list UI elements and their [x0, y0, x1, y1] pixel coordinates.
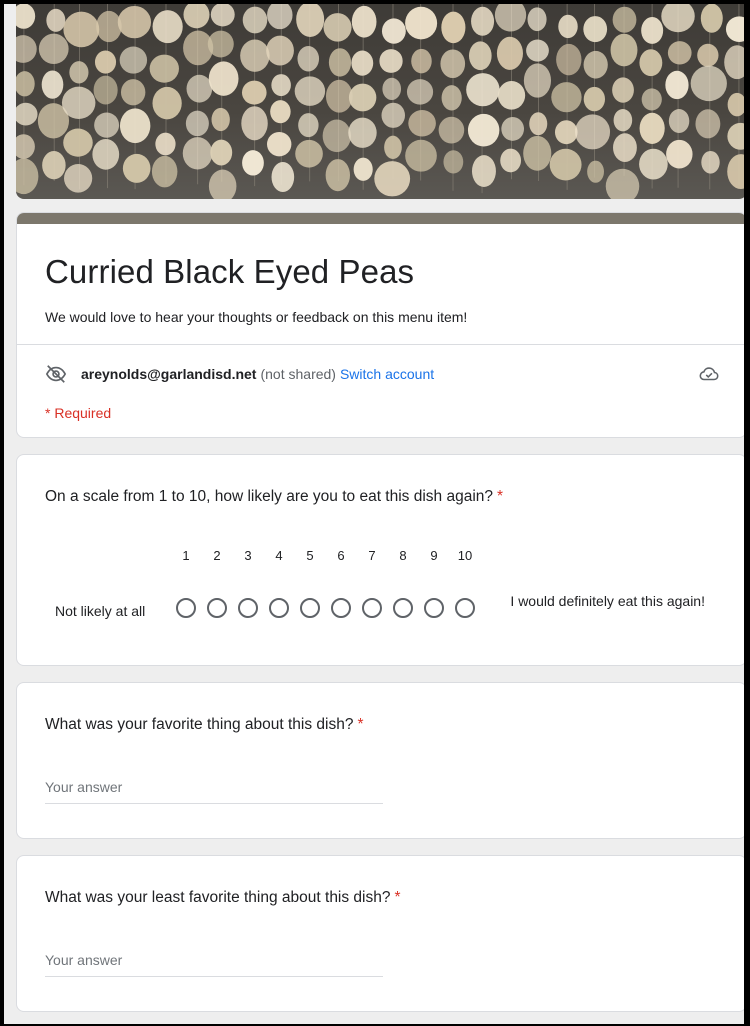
required-asterisk: *	[357, 716, 364, 733]
scale-number: 8	[399, 548, 407, 563]
theme-color-bar	[17, 213, 744, 224]
scale-number: 3	[244, 548, 252, 563]
question-title: On a scale from 1 to 10, how likely are …	[45, 488, 503, 506]
scale-number: 2	[213, 548, 221, 563]
scale-radio-6[interactable]	[331, 598, 351, 618]
scale-radio-8[interactable]	[393, 598, 413, 618]
confetti-garland-image	[16, 4, 744, 199]
header-divider	[17, 344, 744, 345]
least-favorite-answer-input[interactable]	[45, 948, 383, 977]
scale-low-label: Not likely at all	[55, 603, 146, 619]
header-banner-image	[16, 4, 744, 199]
scale-radio-2[interactable]	[207, 598, 227, 618]
switch-account-link[interactable]: Switch account	[340, 366, 434, 382]
question-title: What was your least favorite thing about…	[45, 889, 401, 907]
required-asterisk: *	[497, 488, 504, 505]
question-text: What was your favorite thing about this …	[45, 716, 354, 733]
scale-radio-7[interactable]	[362, 598, 382, 618]
form-title: Curried Black Eyed Peas	[45, 253, 415, 290]
favorite-answer-input[interactable]	[45, 775, 383, 804]
required-asterisk: *	[394, 889, 401, 906]
scale-radio-5[interactable]	[300, 598, 320, 618]
eye-off-icon	[45, 365, 67, 383]
scale-number: 7	[368, 548, 376, 563]
question-text: On a scale from 1 to 10, how likely are …	[45, 488, 494, 505]
scale-radio-9[interactable]	[424, 598, 444, 618]
scale-radio-1[interactable]	[176, 598, 196, 618]
question-text: What was your least favorite thing about…	[45, 889, 391, 906]
form-header-card: Curried Black Eyed Peas We would love to…	[16, 212, 744, 438]
scale-number: 9	[430, 548, 438, 563]
scale-number: 5	[306, 548, 314, 563]
question-card-favorite: What was your favorite thing about this …	[16, 682, 744, 839]
scale-high-label: I would definitely eat this again!	[510, 593, 705, 609]
scale-number: 4	[275, 548, 283, 563]
form-description: We would love to hear your thoughts or f…	[45, 309, 468, 325]
question-card-least-favorite: What was your least favorite thing about…	[16, 855, 744, 1012]
scale-number: 10	[457, 548, 473, 563]
scale-radio-10[interactable]	[455, 598, 475, 618]
not-shared-label: (not shared)	[260, 366, 336, 382]
cloud-check-icon	[699, 367, 719, 381]
question-card-scale: On a scale from 1 to 10, how likely are …	[16, 454, 744, 666]
question-title: What was your favorite thing about this …	[45, 716, 364, 734]
scale-radio-4[interactable]	[269, 598, 289, 618]
required-note: * Required	[45, 405, 112, 421]
account-row: areynolds@garlandisd.net (not shared) Sw…	[45, 363, 434, 385]
form-page: Curried Black Eyed Peas We would love to…	[4, 4, 744, 1024]
scale-radio-3[interactable]	[238, 598, 258, 618]
account-email: areynolds@garlandisd.net	[81, 366, 257, 382]
scale-number: 6	[337, 548, 345, 563]
scale-number: 1	[182, 548, 190, 563]
